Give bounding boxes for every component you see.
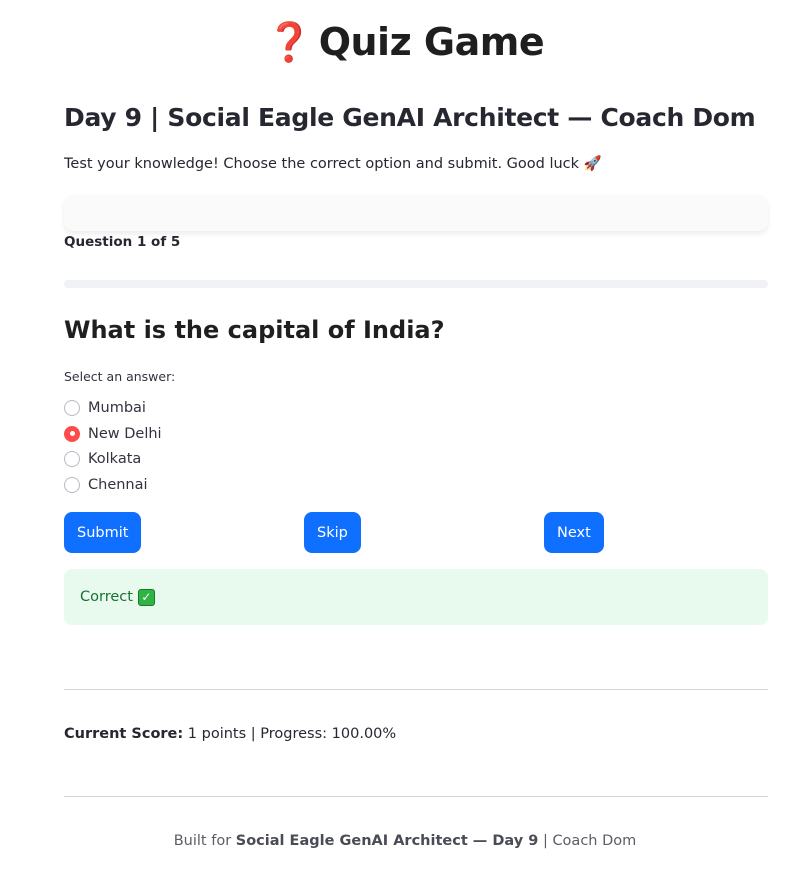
feedback-text: Correct bbox=[80, 589, 133, 605]
radio-button[interactable] bbox=[64, 451, 80, 468]
page-subtitle: Day 9 | Social Eagle GenAI Architect — C… bbox=[64, 103, 756, 132]
app-title: ❓ Quiz Game bbox=[0, 20, 810, 65]
score-value: 1 points bbox=[187, 726, 247, 742]
next-button[interactable]: Next bbox=[544, 512, 604, 553]
radio-button-selected[interactable] bbox=[64, 425, 80, 442]
answer-prompt-label: Select an answer: bbox=[64, 369, 176, 384]
question-card-header bbox=[64, 195, 768, 231]
question-mark-icon: ❓ bbox=[265, 20, 313, 64]
submit-button[interactable]: Submit bbox=[64, 512, 142, 553]
intro-text: Test your knowledge! Choose the correct … bbox=[64, 156, 602, 172]
answer-option-kolkata[interactable]: Kolkata bbox=[64, 446, 162, 472]
footer-bold-text: Social Eagle GenAI Architect — Day 9 bbox=[235, 833, 539, 849]
answer-option-label: Kolkata bbox=[88, 451, 142, 468]
answer-option-mumbai[interactable]: Mumbai bbox=[64, 395, 162, 421]
app-title-text: Quiz Game bbox=[318, 20, 545, 64]
skip-button[interactable]: Skip bbox=[304, 512, 361, 553]
answer-option-new-delhi[interactable]: New Delhi bbox=[64, 421, 162, 447]
footer-suffix: Coach Dom bbox=[552, 833, 637, 849]
radio-button[interactable] bbox=[64, 399, 80, 416]
score-label: Current Score: bbox=[64, 726, 184, 742]
score-summary: Current Score: 1 points | Progress: 100.… bbox=[64, 726, 396, 742]
score-separator: | bbox=[250, 726, 256, 742]
radio-button[interactable] bbox=[64, 476, 80, 493]
answer-option-label: Chennai bbox=[88, 476, 148, 493]
check-mark-icon: ✓ bbox=[137, 588, 155, 606]
footer: Built for Social Eagle GenAI Architect —… bbox=[0, 833, 810, 849]
progress-bar bbox=[64, 280, 768, 288]
question-text: What is the capital of India? bbox=[64, 316, 445, 344]
footer-prefix: Built for bbox=[173, 833, 232, 849]
answer-options: Mumbai New Delhi Kolkata Chennai bbox=[64, 395, 162, 498]
answer-option-chennai[interactable]: Chennai bbox=[64, 472, 162, 498]
divider bbox=[64, 689, 768, 690]
question-counter: Question 1 of 5 bbox=[64, 234, 181, 250]
feedback-success-alert: Correct ✓ bbox=[64, 569, 768, 625]
divider bbox=[64, 796, 768, 797]
answer-option-label: Mumbai bbox=[88, 399, 146, 416]
progress-text: Progress: 100.00% bbox=[260, 726, 397, 742]
answer-option-label: New Delhi bbox=[88, 425, 162, 442]
footer-separator: | bbox=[542, 833, 548, 849]
